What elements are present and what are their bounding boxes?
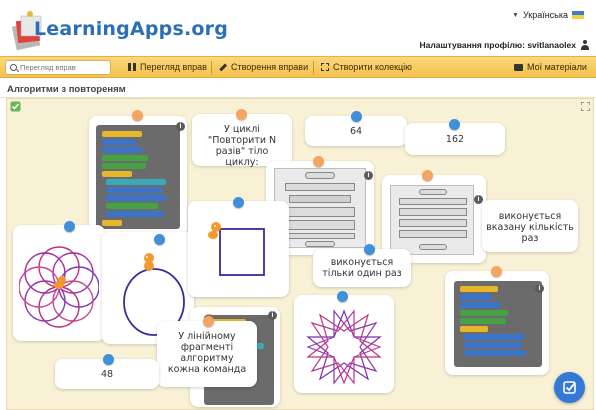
card-scratch-code[interactable]: i	[89, 110, 187, 236]
search-icon	[10, 64, 17, 71]
card-number-48[interactable]: 48	[55, 354, 159, 389]
nav-create-exercise[interactable]: Створення вправи	[219, 62, 308, 72]
nav-label: Мої матеріали	[527, 62, 587, 72]
logo-text[interactable]: LearningApps.org	[34, 18, 228, 40]
pin-icon	[313, 156, 324, 167]
card-text: 162	[445, 134, 465, 145]
info-icon[interactable]: i	[364, 171, 373, 180]
card-scratch-code-3[interactable]: i	[445, 266, 549, 375]
card-in-cycle[interactable]: У циклі "Повторити N разів" тіло циклу:	[192, 109, 292, 168]
site-header: LearningApps.org ▼ Українська Налаштуван…	[0, 0, 596, 56]
pin-icon	[351, 111, 362, 122]
info-icon[interactable]: i	[535, 284, 544, 293]
info-icon[interactable]: i	[176, 122, 185, 131]
profile-label: Налаштування профілю: svitlanaolex	[419, 40, 576, 50]
nav-my-materials[interactable]: Мої матеріали	[514, 62, 587, 72]
spirograph-image	[19, 246, 99, 328]
pin-icon	[233, 197, 244, 208]
card-star-polygon[interactable]	[294, 291, 394, 393]
exercise-board: i У циклі "Повторити N разів" тіло циклу…	[6, 98, 594, 410]
chevron-down-icon: ▼	[512, 11, 519, 19]
pencil-icon	[219, 63, 227, 71]
check-answers-button[interactable]	[554, 372, 585, 403]
language-label: Українська	[522, 10, 568, 20]
card-text: У лінійному фрагменті алгоритму кожна ко…	[167, 331, 247, 375]
profile-settings-link[interactable]: Налаштування профілю: svitlanaolex	[420, 40, 590, 50]
pin-icon	[103, 354, 114, 365]
scratch-code-image	[454, 281, 542, 367]
scratch-code-image	[96, 125, 180, 229]
flag-icon	[572, 11, 584, 19]
main-navbar: Перегляд вправ Створення вправи Створити…	[0, 56, 596, 78]
card-text: виконується вказану кількість раз	[486, 211, 574, 244]
info-icon[interactable]: i	[268, 311, 277, 320]
pin-icon	[337, 291, 348, 302]
card-text: 48	[100, 369, 114, 380]
star-polygon-image	[306, 309, 382, 385]
card-executes-once[interactable]: виконується тільки один раз	[313, 244, 411, 287]
card-square-drawing[interactable]	[188, 197, 289, 297]
nav-divider	[211, 61, 212, 74]
nav-browse-exercises[interactable]: Перегляд вправ	[128, 62, 207, 72]
card-linear-fragment[interactable]: У лінійному фрагменті алгоритму кожна ко…	[157, 316, 257, 387]
collection-icon	[321, 63, 329, 71]
card-executes-n-times[interactable]: виконується вказану кількість раз	[482, 200, 578, 252]
search-box[interactable]	[5, 60, 111, 75]
card-spirograph-circles[interactable]	[13, 221, 105, 341]
pin-icon	[132, 110, 143, 121]
nav-label: Перегляд вправ	[140, 62, 207, 72]
pin-icon	[422, 170, 433, 181]
user-icon	[580, 40, 590, 50]
pin-icon	[491, 266, 502, 277]
square-drawing-image	[208, 222, 265, 276]
page-title: Алгоритми з повтореням	[7, 84, 126, 95]
nav-create-collection[interactable]: Створити колекцію	[321, 62, 412, 72]
nav-label: Створення вправи	[231, 62, 309, 72]
grid-icon	[128, 63, 136, 71]
nav-divider	[313, 61, 314, 74]
language-selector[interactable]: ▼ Українська	[512, 10, 584, 20]
check-icon	[563, 381, 576, 394]
info-icon[interactable]: i	[474, 195, 483, 204]
nav-label: Створити колекцію	[333, 62, 412, 72]
card-text: 64	[349, 126, 363, 137]
pin-icon	[64, 221, 75, 232]
folder-icon	[514, 63, 523, 71]
pin-icon	[236, 109, 247, 120]
card-number-64[interactable]: 64	[305, 111, 407, 146]
card-text: виконується тільки один раз	[322, 257, 402, 279]
pin-icon	[364, 244, 375, 255]
pin-icon	[449, 119, 460, 130]
app-check-icon[interactable]	[10, 101, 21, 112]
fullscreen-icon[interactable]	[581, 102, 590, 111]
pin-icon	[203, 316, 214, 327]
card-number-162[interactable]: 162	[405, 119, 505, 155]
flowchart-image	[390, 185, 474, 255]
search-input[interactable]	[20, 63, 110, 72]
